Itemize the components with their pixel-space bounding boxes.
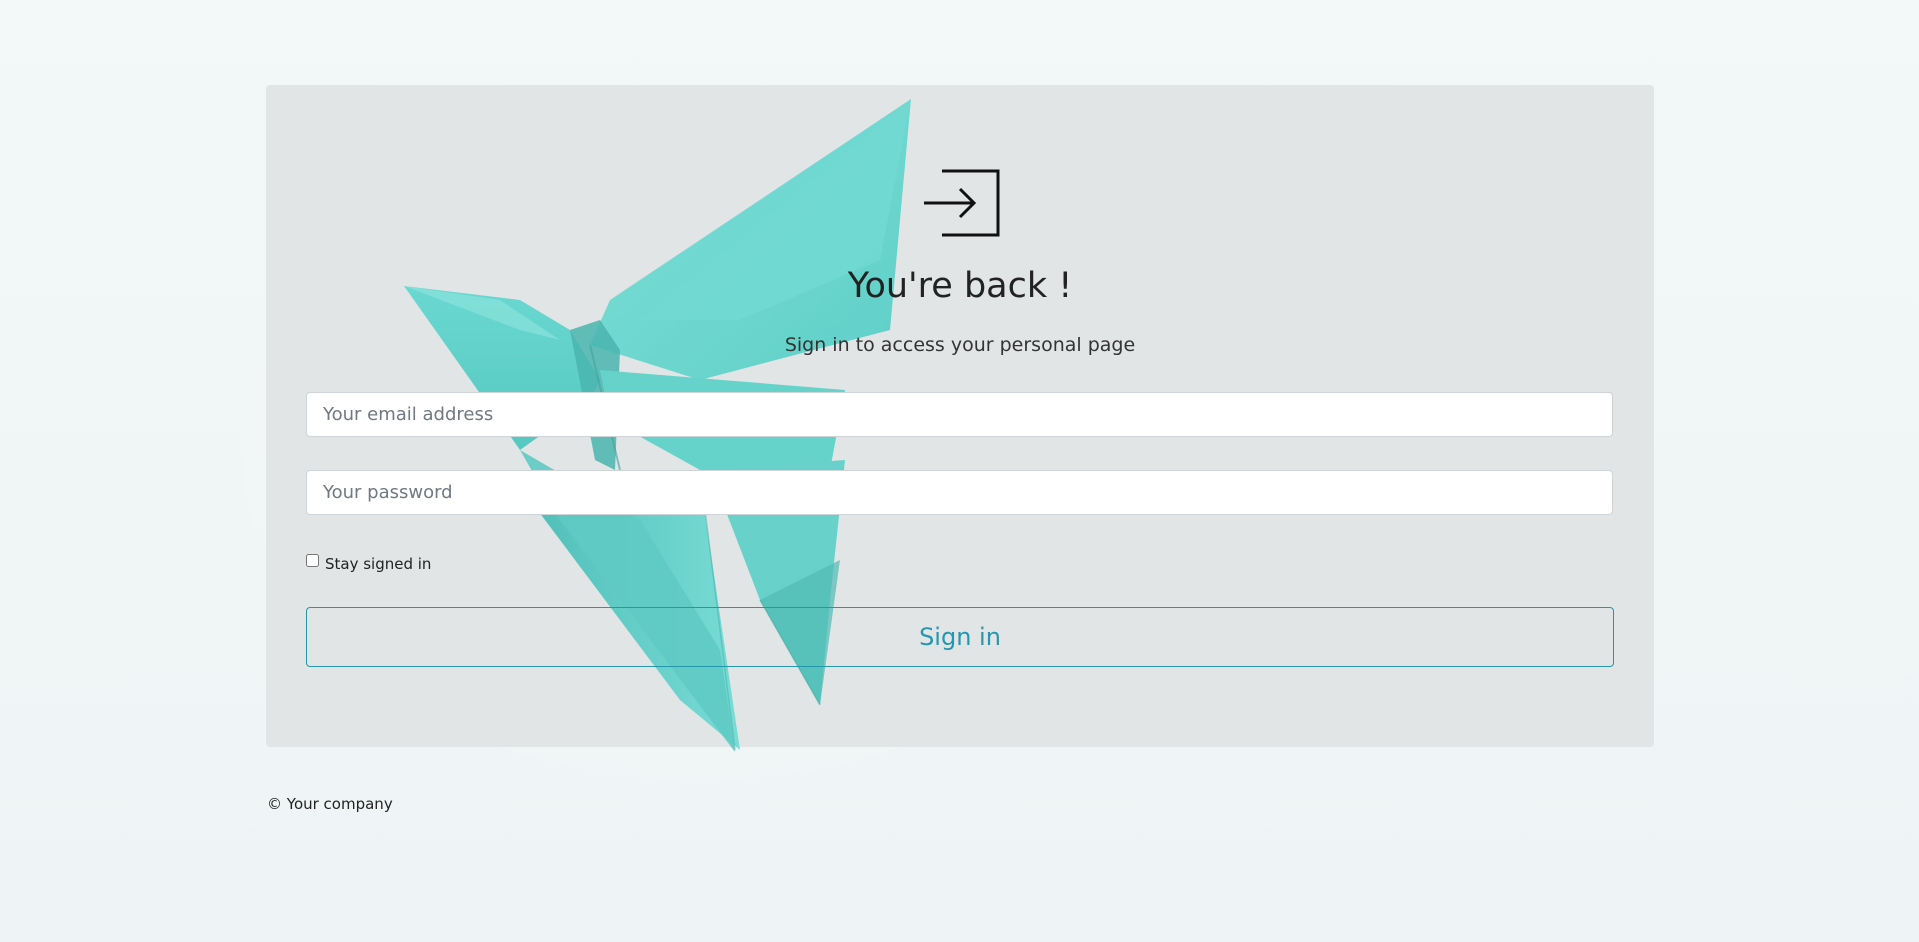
footer-copyright: © Your company	[267, 795, 393, 813]
page-title: You're back !	[847, 266, 1073, 306]
login-form: You're back ! Sign in to access your per…	[266, 85, 1654, 747]
stay-signed-in-option[interactable]: Stay signed in	[306, 553, 431, 572]
sign-in-arrow-icon	[924, 169, 1000, 237]
stay-signed-in-label: Stay signed in	[325, 555, 432, 573]
page-subtitle: Sign in to access your personal page	[784, 334, 1136, 356]
password-field[interactable]	[306, 470, 1613, 515]
email-field[interactable]	[306, 392, 1613, 437]
stay-signed-in-checkbox[interactable]	[306, 554, 319, 567]
sign-in-button[interactable]: Sign in	[306, 607, 1614, 667]
